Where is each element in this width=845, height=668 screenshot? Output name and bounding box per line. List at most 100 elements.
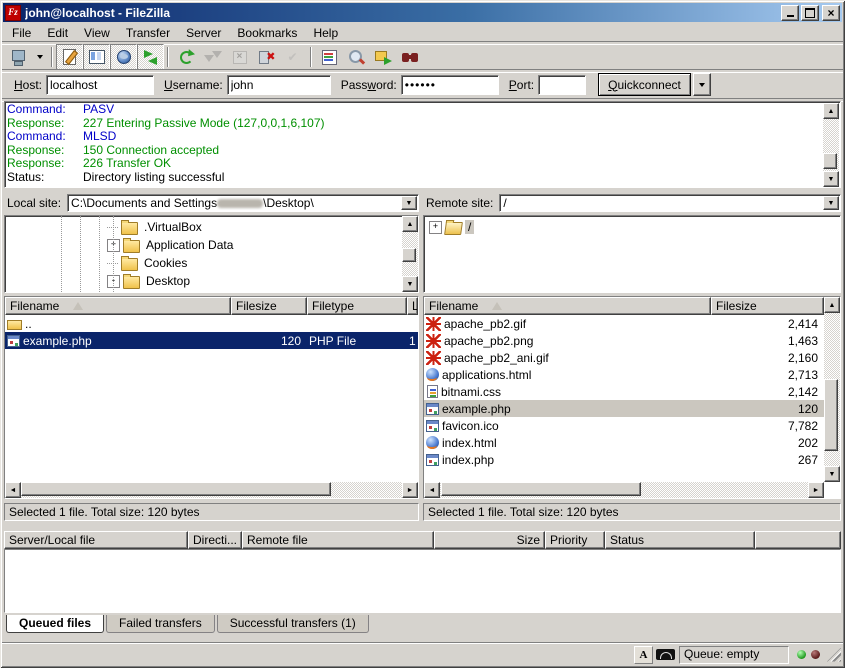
- scroll-down-icon[interactable]: ▼: [824, 466, 840, 482]
- column-header-filetype[interactable]: Filetype: [307, 297, 407, 315]
- site-manager-dropdown-button[interactable]: [31, 44, 48, 70]
- scrollbar-track[interactable]: [402, 232, 418, 276]
- tab-successful-transfers-[interactable]: Successful transfers (1): [217, 615, 369, 633]
- scrollbar-track[interactable]: [440, 482, 808, 498]
- menu-item-view[interactable]: View: [76, 25, 118, 41]
- transfer-queue-list[interactable]: [4, 549, 841, 613]
- chevron-down-icon[interactable]: ▼: [401, 196, 417, 210]
- directory-comparison-button[interactable]: [396, 44, 423, 70]
- host-input[interactable]: [46, 75, 154, 95]
- remote-tree-item[interactable]: +/: [424, 218, 840, 236]
- column-header-filesize[interactable]: Filesize: [711, 297, 824, 315]
- password-input[interactable]: [401, 75, 499, 95]
- file-row[interactable]: favicon.ico7,782: [424, 417, 824, 434]
- scroll-down-icon[interactable]: ▼: [402, 276, 418, 292]
- username-input[interactable]: [227, 75, 331, 95]
- scroll-left-icon[interactable]: ◄: [5, 482, 21, 498]
- local-tree-item[interactable]: .VirtualBox: [5, 218, 418, 236]
- maximize-icon: [805, 8, 815, 18]
- file-row[interactable]: index.php267: [424, 451, 824, 468]
- scroll-down-icon[interactable]: ▼: [823, 171, 839, 187]
- scroll-up-icon[interactable]: ▲: [402, 216, 418, 232]
- scroll-left-icon[interactable]: ◄: [424, 482, 440, 498]
- queue-column-remotefile[interactable]: Remote file: [242, 531, 434, 549]
- local-tree-item[interactable]: Cookies: [5, 254, 418, 272]
- remote-site-combobox[interactable]: / ▼: [499, 194, 841, 212]
- file-row[interactable]: ..: [5, 315, 418, 332]
- queue-column-priority[interactable]: Priority: [545, 531, 605, 549]
- scrollbar-thumb[interactable]: [823, 153, 837, 169]
- scroll-up-icon[interactable]: ▲: [823, 103, 839, 119]
- scroll-right-icon[interactable]: ►: [402, 482, 418, 498]
- local-file-rows: ..example.php120PHP File1: [5, 315, 418, 349]
- scrollbar-track[interactable]: [824, 313, 840, 466]
- port-input[interactable]: [538, 75, 586, 95]
- scrollbar-track[interactable]: [823, 119, 839, 171]
- file-row[interactable]: apache_pb2.gif2,414: [424, 315, 824, 332]
- local-tree-item[interactable]: +Application Data: [5, 236, 418, 254]
- refresh-listing-button[interactable]: [172, 44, 199, 70]
- column-header-l[interactable]: L: [407, 297, 418, 315]
- local-horizontal-scrollbar[interactable]: ◄ ►: [5, 482, 418, 498]
- quickconnect-button[interactable]: Quickconnect: [598, 73, 691, 96]
- disconnect-server-button[interactable]: [253, 44, 280, 70]
- file-name-cell: bitnami.css: [424, 383, 711, 400]
- menu-item-bookmarks[interactable]: Bookmarks: [229, 25, 305, 41]
- scrollbar-thumb[interactable]: [402, 248, 416, 262]
- file-row[interactable]: example.php120: [424, 400, 824, 417]
- remote-horizontal-scrollbar[interactable]: ◄ ►: [424, 482, 824, 498]
- file-row[interactable]: apache_pb2_ani.gif2,160: [424, 349, 824, 366]
- column-header-filename[interactable]: Filename: [5, 297, 231, 315]
- scrollbar-thumb[interactable]: [21, 482, 331, 496]
- scroll-up-icon[interactable]: ▲: [824, 297, 840, 313]
- queue-column-directi[interactable]: Directi...: [188, 531, 242, 549]
- file-row[interactable]: applications.html2,713: [424, 366, 824, 383]
- menu-item-server[interactable]: Server: [178, 25, 229, 41]
- local-tree-item[interactable]: -Desktop: [5, 272, 418, 290]
- open-site-manager-button[interactable]: [4, 44, 31, 70]
- column-header-filesize[interactable]: Filesize: [231, 297, 307, 315]
- menu-item-transfer[interactable]: Transfer: [118, 25, 178, 41]
- toggle-remote-tree-button[interactable]: [110, 44, 137, 70]
- tab-failed-transfers[interactable]: Failed transfers: [106, 615, 215, 633]
- title-bar[interactable]: Fz john@localhost - FileZilla ×: [3, 3, 842, 22]
- speed-limits-icon[interactable]: [656, 649, 675, 660]
- tab-queued-files[interactable]: Queued files: [6, 615, 104, 633]
- queue-column-serverlocalfile[interactable]: Server/Local file: [4, 531, 188, 549]
- local-site-row: Local site: C:\Documents and Settings\De…: [4, 193, 419, 213]
- quickconnect-dropdown-button[interactable]: [693, 73, 711, 96]
- synchronized-browsing-button[interactable]: [369, 44, 396, 70]
- file-row[interactable]: index.html202: [424, 434, 824, 451]
- file-search-button[interactable]: [342, 44, 369, 70]
- minimize-button[interactable]: [781, 5, 799, 21]
- file-row[interactable]: bitnami.css2,142: [424, 383, 824, 400]
- column-header-filename[interactable]: Filename: [424, 297, 711, 315]
- log-line: Response:150 Connection accepted: [7, 144, 822, 158]
- expand-icon[interactable]: +: [429, 221, 442, 234]
- scrollbar-track[interactable]: [21, 482, 402, 498]
- toggle-local-tree-button[interactable]: [83, 44, 110, 70]
- toggle-transfer-queue-button[interactable]: [137, 44, 164, 70]
- file-row[interactable]: example.php120PHP File1: [5, 332, 418, 349]
- scrollbar-thumb[interactable]: [441, 482, 641, 496]
- file-row[interactable]: apache_pb2.png1,463: [424, 332, 824, 349]
- data-type-indicator[interactable]: A: [634, 646, 653, 664]
- resize-grip[interactable]: [827, 648, 841, 662]
- scrollbar-thumb[interactable]: [824, 379, 838, 451]
- queue-column-size[interactable]: Size: [434, 531, 545, 549]
- queue-column-status[interactable]: Status: [605, 531, 755, 549]
- toggle-message-log-button[interactable]: [56, 44, 83, 70]
- message-log-vertical-scrollbar[interactable]: ▲ ▼: [823, 103, 839, 187]
- menu-item-edit[interactable]: Edit: [39, 25, 76, 41]
- directory-listing-filters-button[interactable]: [315, 44, 342, 70]
- chevron-down-icon[interactable]: ▼: [823, 196, 839, 210]
- close-button[interactable]: ×: [822, 5, 840, 21]
- maximize-button[interactable]: [801, 5, 819, 21]
- menu-item-help[interactable]: Help: [305, 25, 346, 41]
- remote-vertical-scrollbar[interactable]: ▲ ▼: [824, 297, 840, 482]
- menu-item-file[interactable]: File: [4, 25, 39, 41]
- local-site-combobox[interactable]: C:\Documents and Settings\Desktop\ ▼: [67, 194, 419, 212]
- reconnect-server-icon: [285, 48, 303, 66]
- scroll-right-icon[interactable]: ►: [808, 482, 824, 498]
- local-tree-vertical-scrollbar[interactable]: ▲ ▼: [402, 216, 418, 292]
